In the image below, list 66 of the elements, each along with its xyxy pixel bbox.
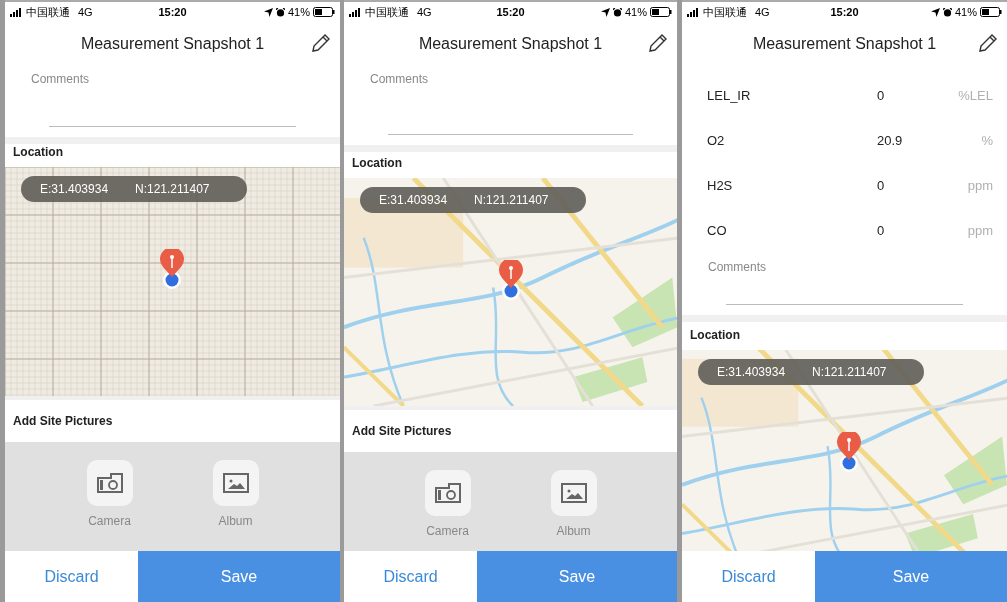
status-time: 15:20: [830, 4, 859, 20]
comments-label: Comments: [707, 259, 767, 276]
save-button[interactable]: Save: [138, 551, 340, 602]
location-label: Location: [690, 327, 740, 344]
pictures-label: Add Site Pictures: [13, 413, 113, 430]
location-arrow-icon: [263, 7, 273, 17]
east-coordinate: E:31.403934: [40, 181, 110, 198]
comments-label: Comments: [30, 71, 90, 88]
east-coordinate: E:31.403934: [379, 192, 449, 209]
edit-icon[interactable]: [977, 32, 999, 54]
location-arrow-icon: [930, 7, 940, 17]
north-coordinate: N:121.211407: [812, 364, 887, 381]
gas-value: 0: [877, 86, 886, 105]
gas-name: CO: [707, 221, 728, 240]
gas-unit: ppm: [967, 221, 993, 240]
location-pin-icon: [836, 432, 862, 474]
network-type: 4G: [78, 4, 93, 20]
gas-value: 20.9: [877, 131, 904, 150]
signal-icon: [349, 7, 361, 17]
location-label: Location: [352, 155, 402, 172]
gas-name: H2S: [707, 176, 734, 195]
signal-icon: [10, 7, 22, 17]
carrier-name: 中国联通: [365, 4, 409, 20]
battery-percent: 41%: [954, 4, 977, 20]
carrier-name: 中国联通: [26, 4, 70, 20]
status-time: 15:20: [158, 4, 187, 20]
network-type: 4G: [755, 4, 770, 20]
north-coordinate: N:121.211407: [474, 192, 549, 209]
north-coordinate: N:121.211407: [135, 181, 210, 198]
camera-icon: [96, 473, 123, 493]
battery-icon: [313, 7, 335, 17]
east-coordinate: E:31.403934: [717, 364, 787, 381]
screen-title: Measurement Snapshot 1: [418, 33, 603, 54]
gas-unit: %LEL: [958, 86, 993, 105]
location-arrow-icon: [600, 7, 610, 17]
comments-label: Comments: [369, 71, 429, 88]
battery-percent: 41%: [287, 4, 310, 20]
image-icon: [222, 473, 249, 493]
screen-title: Measurement Snapshot 1: [80, 33, 265, 54]
pictures-label: Add Site Pictures: [352, 423, 452, 440]
alarm-icon: [275, 7, 285, 17]
gas-value: 0: [877, 176, 886, 195]
location-pin-icon: [498, 260, 524, 302]
gas-unit: ppm: [967, 176, 993, 195]
camera-icon: [434, 483, 461, 503]
save-button[interactable]: Save: [477, 551, 677, 602]
gas-name: LEL_IR: [707, 86, 752, 105]
location-pin-icon: [159, 249, 185, 291]
gas-unit: %: [981, 131, 993, 150]
gas-name: O2: [707, 131, 726, 150]
signal-icon: [687, 7, 699, 17]
screen-title: Measurement Snapshot 1: [752, 33, 937, 54]
gas-value: 0: [877, 221, 886, 240]
carrier-name: 中国联通: [703, 4, 747, 20]
image-icon: [560, 483, 587, 503]
battery-icon: [980, 7, 1002, 17]
battery-percent: 41%: [624, 4, 647, 20]
location-label: Location: [13, 144, 63, 161]
save-button[interactable]: Save: [815, 551, 1007, 602]
network-type: 4G: [417, 4, 432, 20]
edit-icon[interactable]: [310, 32, 332, 54]
status-time: 15:20: [496, 4, 525, 20]
battery-icon: [650, 7, 672, 17]
edit-icon[interactable]: [647, 32, 669, 54]
alarm-icon: [942, 7, 952, 17]
alarm-icon: [612, 7, 622, 17]
